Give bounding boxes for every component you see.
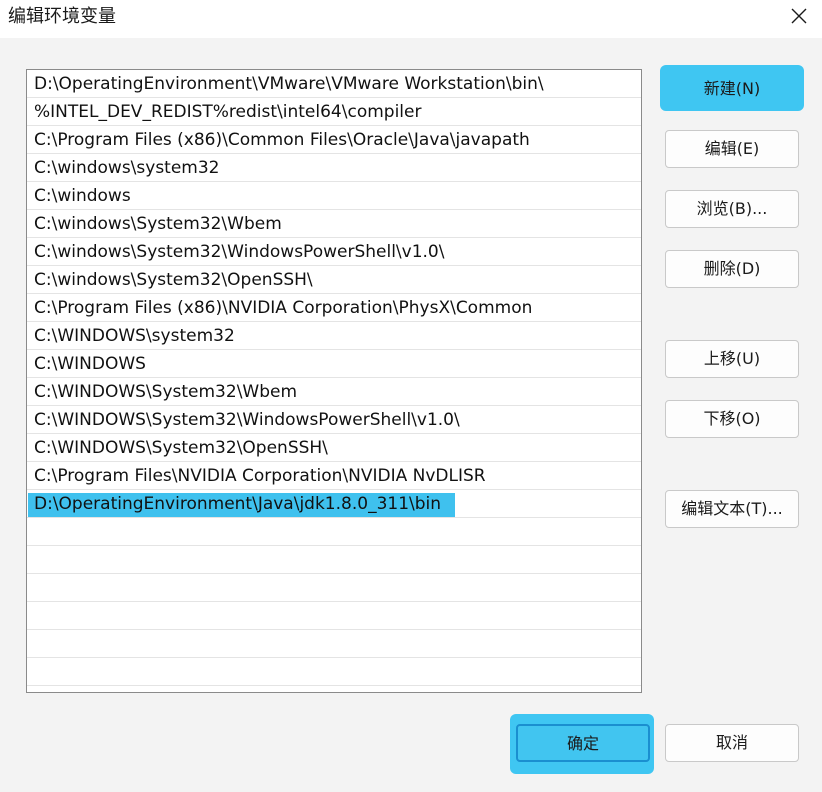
list-item[interactable]: C:\windows\System32\WindowsPowerShell\v1… — [27, 238, 641, 266]
list-item[interactable]: C:\Program Files\NVIDIA Corporation\NVID… — [27, 462, 641, 490]
ok-button[interactable]: 确定 — [516, 724, 650, 762]
list-item-empty[interactable] — [27, 602, 641, 630]
list-item[interactable]: C:\WINDOWS — [27, 350, 641, 378]
list-item[interactable]: C:\WINDOWS\system32 — [27, 322, 641, 350]
list-item-label: C:\WINDOWS\System32\OpenSSH\ — [34, 438, 328, 458]
window-title: 编辑环境变量 — [8, 6, 116, 27]
list-item-label: C:\Program Files\NVIDIA Corporation\NVID… — [34, 466, 486, 486]
delete-button[interactable]: 删除(D) — [665, 250, 799, 288]
list-item-label: C:\WINDOWS\system32 — [34, 326, 235, 346]
new-button[interactable]: 新建(N) — [665, 70, 799, 108]
list-item-empty[interactable] — [27, 546, 641, 574]
list-item-label: C:\windows — [34, 186, 131, 206]
list-item-label: C:\Program Files (x86)\NVIDIA Corporatio… — [34, 298, 533, 318]
title-bar: 编辑环境变量 — [0, 0, 822, 38]
list-item-label: %INTEL_DEV_REDIST%redist\intel64\compile… — [34, 102, 422, 122]
edit-button[interactable]: 编辑(E) — [665, 130, 799, 168]
list-item[interactable]: C:\WINDOWS\System32\OpenSSH\ — [27, 434, 641, 462]
move-up-button[interactable]: 上移(U) — [665, 340, 799, 378]
list-item[interactable]: C:\windows — [27, 182, 641, 210]
list-item[interactable]: C:\windows\System32\Wbem — [27, 210, 641, 238]
list-item[interactable]: D:\OperatingEnvironment\Java\jdk1.8.0_31… — [27, 490, 641, 518]
close-button[interactable] — [776, 0, 822, 34]
list-item-label: C:\WINDOWS — [34, 354, 146, 374]
list-item-label: C:\windows\System32\Wbem — [34, 214, 282, 234]
list-item[interactable]: C:\WINDOWS\System32\Wbem — [27, 378, 641, 406]
list-item-label: C:\windows\System32\WindowsPowerShell\v1… — [34, 242, 445, 262]
list-item-empty[interactable] — [27, 518, 641, 546]
list-item-label: C:\windows\System32\OpenSSH\ — [34, 270, 313, 290]
list-item-label: C:\windows\system32 — [34, 158, 220, 178]
list-item-empty[interactable] — [27, 574, 641, 602]
list-item-label: D:\OperatingEnvironment\Java\jdk1.8.0_31… — [28, 493, 456, 517]
list-item-label: D:\OperatingEnvironment\VMware\VMware Wo… — [34, 74, 544, 94]
edit-environment-variable-dialog: 编辑环境变量 D:\OperatingEnvironment\VMware\VM… — [0, 0, 822, 792]
list-item-empty[interactable] — [27, 630, 641, 658]
list-item[interactable]: C:\windows\System32\OpenSSH\ — [27, 266, 641, 294]
list-item-label: C:\Program Files (x86)\Common Files\Orac… — [34, 130, 530, 150]
list-item-label: C:\WINDOWS\System32\Wbem — [34, 382, 298, 402]
edit-text-button[interactable]: 编辑文本(T)... — [665, 490, 799, 528]
path-list[interactable]: D:\OperatingEnvironment\VMware\VMware Wo… — [26, 69, 642, 693]
list-item-empty[interactable] — [27, 658, 641, 686]
list-item[interactable]: C:\Program Files (x86)\Common Files\Orac… — [27, 126, 641, 154]
close-icon — [791, 8, 807, 24]
cancel-button[interactable]: 取消 — [665, 724, 799, 762]
list-item[interactable]: C:\WINDOWS\System32\WindowsPowerShell\v1… — [27, 406, 641, 434]
browse-button[interactable]: 浏览(B)... — [665, 190, 799, 228]
move-down-button[interactable]: 下移(O) — [665, 400, 799, 438]
list-item-label: C:\WINDOWS\System32\WindowsPowerShell\v1… — [34, 410, 460, 430]
list-item[interactable]: C:\windows\system32 — [27, 154, 641, 182]
list-item[interactable]: C:\Program Files (x86)\NVIDIA Corporatio… — [27, 294, 641, 322]
list-item[interactable]: %INTEL_DEV_REDIST%redist\intel64\compile… — [27, 98, 641, 126]
list-item[interactable]: D:\OperatingEnvironment\VMware\VMware Wo… — [27, 70, 641, 98]
